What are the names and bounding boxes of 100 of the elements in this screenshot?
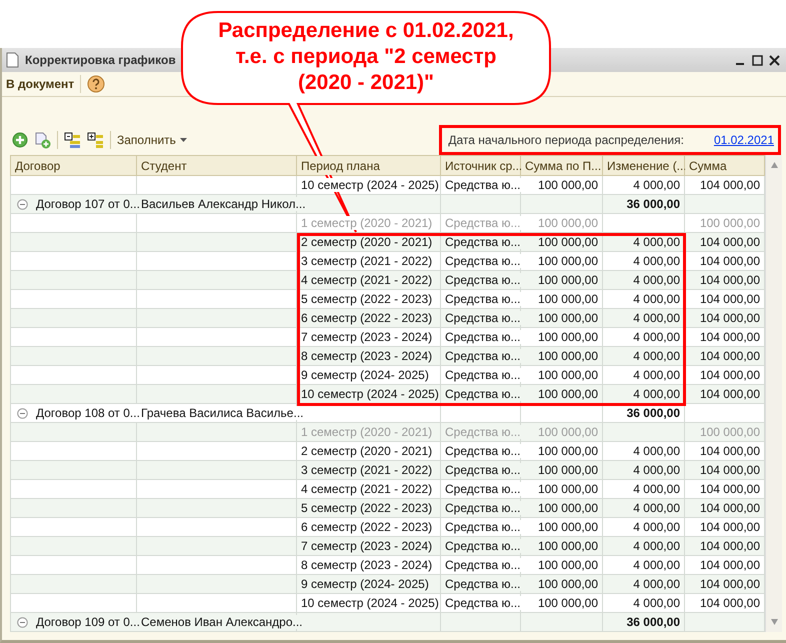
table-cell: 100 000,00	[538, 178, 598, 192]
table-cell: 104 000,00	[700, 520, 760, 534]
table-cell: Средства ю...	[445, 577, 520, 591]
table-cell: 4 семестр (2021 - 2022)	[301, 273, 432, 287]
table-cell: 100 000,00	[538, 558, 598, 572]
table-cell: 1 семестр (2020 - 2021)	[301, 425, 432, 439]
table-cell: Средства ю...	[445, 387, 520, 401]
table-cell: 4 000,00	[633, 520, 680, 534]
table-cell: 104 000,00	[700, 596, 760, 610]
table-cell: 100 000,00	[538, 216, 598, 230]
table-cell: 4 000,00	[633, 482, 680, 496]
table-cell: 100 000,00	[538, 520, 598, 534]
table-cell: 104 000,00	[700, 235, 760, 249]
group-total: 36 000,00	[626, 615, 680, 629]
table-cell: 4 000,00	[633, 539, 680, 553]
table-cell: 10 семестр (2024 - 2025)	[301, 178, 439, 192]
table-cell: 4 семестр (2021 - 2022)	[301, 482, 432, 496]
to-document-button[interactable]: В документ	[6, 75, 82, 93]
table-cell: 8 семестр (2023 - 2024)	[301, 349, 432, 363]
table-cell: 5 семестр (2022 - 2023)	[301, 501, 432, 515]
table-cell: 10 семестр (2024 - 2025)	[301, 596, 439, 610]
column-header: Изменение (...	[602, 156, 684, 176]
table-cell: 4 000,00	[633, 178, 680, 192]
table-cell: 104 000,00	[700, 349, 760, 363]
table-cell: 1 семестр (2020 - 2021)	[301, 216, 432, 230]
table-cell: 3 семестр (2021 - 2022)	[301, 463, 432, 477]
date-link[interactable]: 01.02.2021	[714, 131, 774, 149]
table-cell: 100 000,00	[538, 235, 598, 249]
column-header: Период плана	[296, 156, 440, 176]
column-header: Сумма по П...	[520, 156, 602, 176]
table-cell: 10 семестр (2024 - 2025)	[301, 387, 439, 401]
table-cell: Средства ю...	[445, 558, 520, 572]
group-total: 36 000,00	[626, 406, 680, 420]
table-cell: 6 семестр (2022 - 2023)	[301, 311, 432, 325]
table-cell: 104 000,00	[700, 292, 760, 306]
table-cell: 4 000,00	[633, 444, 680, 458]
table-cell: 104 000,00	[700, 330, 760, 344]
table-cell: 104 000,00	[700, 558, 760, 572]
table-cell: Договор 108 от 0...	[36, 404, 140, 422]
table-cell: 100 000,00	[538, 425, 598, 439]
table-cell: 9 семестр (2024- 2025)	[301, 368, 429, 382]
table-cell: 100 000,00	[538, 292, 598, 306]
table-cell: 104 000,00	[700, 273, 760, 287]
table-cell: Васильев Александр Никол...	[141, 197, 306, 211]
table-cell: 104 000,00	[700, 387, 760, 401]
table-cell: 4 000,00	[633, 368, 680, 382]
table-cell: Средства ю...	[445, 596, 520, 610]
column-header: Студент	[136, 156, 296, 176]
table-cell: 6 семестр (2022 - 2023)	[301, 520, 432, 534]
table-cell: 4 000,00	[633, 596, 680, 610]
table-cell: Средства ю...	[445, 254, 520, 268]
table-cell: 104 000,00	[700, 311, 760, 325]
table-cell: Средства ю...	[445, 425, 520, 439]
table-cell: 100 000,00	[538, 577, 598, 591]
callout-text: Распределение с 01.02.2021, т.е. с периода "2 семестр (2020 - 2021)"	[217, 18, 515, 96]
field-label: Дата начального периода распределения:	[448, 132, 684, 149]
table-cell: 100 000,00	[700, 216, 760, 230]
table-cell: Средства ю...	[445, 292, 520, 306]
table-cell: Средства ю...	[445, 273, 520, 287]
table-cell: 104 000,00	[700, 463, 760, 477]
table-cell: 8 семестр (2023 - 2024)	[301, 558, 432, 572]
table-cell: Средства ю...	[445, 463, 520, 477]
table-cell: Средства ю...	[445, 539, 520, 553]
table-cell: 100 000,00	[538, 463, 598, 477]
table-cell: Средства ю...	[445, 311, 520, 325]
table-cell: Средства ю...	[445, 501, 520, 515]
table-cell: 100 000,00	[538, 501, 598, 515]
table-cell: 104 000,00	[700, 178, 760, 192]
table-cell: 100 000,00	[538, 368, 598, 382]
table-cell: Средства ю...	[445, 482, 520, 496]
table-cell: 7 семестр (2023 - 2024)	[301, 539, 432, 553]
table-cell: 100 000,00	[538, 387, 598, 401]
table-cell: 7 семестр (2023 - 2024)	[301, 330, 432, 344]
table-cell: 100 000,00	[538, 482, 598, 496]
table-cell: 104 000,00	[700, 254, 760, 268]
table-cell: 100 000,00	[538, 539, 598, 553]
table-cell: 100 000,00	[538, 444, 598, 458]
table-cell: 100 000,00	[538, 254, 598, 268]
table-cell: 4 000,00	[633, 330, 680, 344]
table-cell: 2 семестр (2020 - 2021)	[301, 444, 432, 458]
table-cell: 104 000,00	[700, 368, 760, 382]
table-cell: Договор 107 от 0...	[36, 195, 140, 213]
table-cell: 4 000,00	[633, 311, 680, 325]
table-cell: 4 000,00	[633, 254, 680, 268]
window-title: Корректировка графиков	[25, 52, 176, 69]
table-cell: 104 000,00	[700, 577, 760, 591]
fill-menu-button[interactable]: Заполнить	[117, 134, 187, 146]
table-cell: 100 000,00	[538, 596, 598, 610]
table-cell: 4 000,00	[633, 349, 680, 363]
column-header: Источник ср...	[440, 156, 520, 176]
group-total: 36 000,00	[626, 197, 680, 211]
table-cell: 100 000,00	[538, 330, 598, 344]
table-cell: Средства ю...	[445, 178, 520, 192]
table-cell: 104 000,00	[700, 501, 760, 515]
table-cell: 4 000,00	[633, 273, 680, 287]
table-cell: 104 000,00	[700, 444, 760, 458]
table-cell: 100 000,00	[700, 425, 760, 439]
table-cell: Средства ю...	[445, 216, 520, 230]
table-cell: Средства ю...	[445, 520, 520, 534]
table-cell: 100 000,00	[538, 311, 598, 325]
